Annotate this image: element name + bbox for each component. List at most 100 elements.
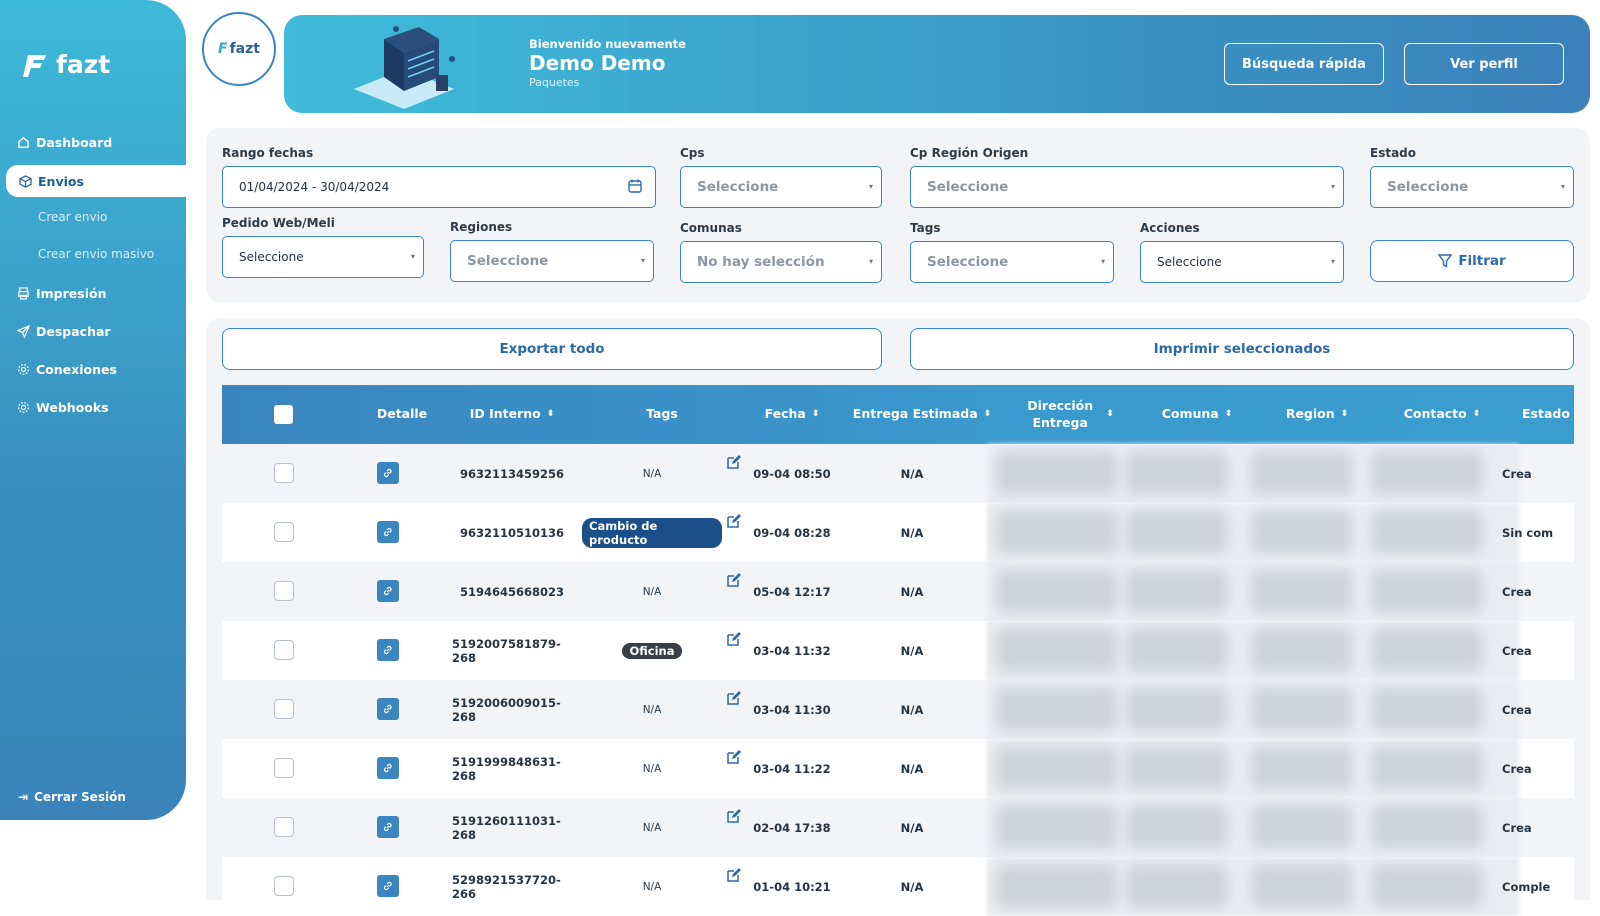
- row-tags: N/A: [582, 680, 722, 739]
- row-estado: Comple: [1502, 879, 1551, 894]
- row-estado: Crea: [1502, 643, 1532, 658]
- regiones-select[interactable]: Seleccione ▾: [450, 240, 654, 282]
- sidebar-item-envios[interactable]: Envios: [6, 165, 186, 197]
- redacted-direccion: [997, 806, 1117, 848]
- sidebar-item-label: Impresión: [36, 286, 107, 301]
- table-row: 5191260111031-268 N/A 02-04 17:38 N/A Cr…: [222, 798, 1574, 857]
- tag-empty: N/A: [642, 762, 662, 775]
- table-row: 5194645668023 N/A 05-04 12:17 N/A Crea: [222, 562, 1574, 621]
- redacted-region: [1252, 629, 1352, 671]
- row-checkbox[interactable]: [274, 876, 294, 896]
- column-header-contacto[interactable]: Contacto ⬍: [1382, 385, 1502, 444]
- redacted-direccion: [997, 452, 1117, 494]
- row-checkbox[interactable]: [274, 581, 294, 601]
- row-id: 5298921537720-266: [452, 872, 561, 901]
- detail-link-button[interactable]: [377, 757, 399, 779]
- redacted-region: [1252, 688, 1352, 730]
- comunas-select[interactable]: No hay selección ▾: [680, 241, 882, 283]
- row-tags: Oficina: [582, 621, 722, 680]
- link-icon: [383, 822, 392, 832]
- app-logo[interactable]: fazt: [22, 50, 110, 79]
- edit-icon[interactable]: [726, 749, 742, 765]
- sidebar-subitem-crear-envio[interactable]: Crear envio: [38, 210, 107, 224]
- sort-icon: ⬍: [811, 408, 820, 419]
- detail-link-button[interactable]: [377, 639, 399, 661]
- quick-search-button[interactable]: Búsqueda rápida: [1224, 43, 1384, 85]
- link-icon: [383, 881, 392, 891]
- column-header-estado[interactable]: Estado: [1522, 385, 1574, 444]
- row-tags: Cambio de producto: [582, 503, 722, 562]
- cps-select[interactable]: Seleccione ▾: [680, 166, 882, 208]
- sort-icon: ⬍: [983, 408, 992, 419]
- row-estado: Crea: [1502, 466, 1532, 481]
- pedido-select[interactable]: Seleccione ▾: [222, 236, 424, 278]
- link-icon: [383, 704, 392, 714]
- detail-link-button[interactable]: [377, 698, 399, 720]
- chevron-down-icon: ▾: [410, 252, 415, 261]
- row-checkbox[interactable]: [274, 699, 294, 719]
- regiones-label: Regiones: [450, 220, 513, 234]
- row-fecha: 02-04 17:38: [753, 820, 831, 835]
- edit-icon[interactable]: [726, 572, 742, 588]
- edit-icon[interactable]: [726, 690, 742, 706]
- view-profile-button[interactable]: Ver perfil: [1404, 43, 1564, 85]
- edit-icon[interactable]: [726, 454, 742, 470]
- redacted-direccion: [997, 747, 1117, 789]
- sidebar-item-label: Envios: [38, 173, 84, 189]
- brand-text: fazt: [229, 41, 260, 57]
- row-fecha: 05-04 12:17: [753, 584, 831, 599]
- table-row: 9632113459256 N/A 09-04 08:50 N/A Crea: [222, 444, 1574, 503]
- sidebar-item-despachar[interactable]: Despachar: [16, 324, 111, 339]
- row-checkbox[interactable]: [274, 640, 294, 660]
- tags-select[interactable]: Seleccione ▾: [910, 241, 1114, 283]
- sidebar-item-dashboard[interactable]: Dashboard: [16, 135, 112, 150]
- cp-region-select[interactable]: Seleccione ▾: [910, 166, 1344, 208]
- row-checkbox[interactable]: [274, 463, 294, 483]
- sort-icon: ⬍: [1224, 408, 1233, 419]
- logout-button[interactable]: ⇥ Cerrar Sesión: [18, 790, 126, 804]
- row-entrega: N/A: [900, 702, 924, 717]
- row-tags: N/A: [582, 739, 722, 798]
- detail-link-button[interactable]: [377, 875, 399, 897]
- print-selected-button[interactable]: Imprimir seleccionados: [910, 328, 1574, 370]
- sidebar-item-webhooks[interactable]: Webhooks: [16, 400, 109, 415]
- column-header-region[interactable]: Region ⬍: [1267, 385, 1367, 444]
- column-header-entrega[interactable]: Entrega Estimada ⬍: [852, 385, 992, 444]
- chevron-down-icon: ▾: [868, 182, 873, 191]
- sidebar-subitem-crear-envio-masivo[interactable]: Crear envio masivo: [38, 247, 154, 261]
- table-row: 5192006009015-268 N/A 03-04 11:30 N/A Cr…: [222, 680, 1574, 739]
- column-header-tags: Tags: [646, 406, 678, 422]
- filter-button[interactable]: Filtrar: [1370, 240, 1574, 282]
- row-entrega: N/A: [900, 466, 924, 481]
- detail-link-button[interactable]: [377, 462, 399, 484]
- column-header-direccion[interactable]: Dirección Entrega ⬍: [997, 385, 1137, 444]
- detail-link-button[interactable]: [377, 521, 399, 543]
- estado-select[interactable]: Seleccione ▾: [1370, 166, 1574, 208]
- table-row: 5191999848631-268 N/A 03-04 11:22 N/A Cr…: [222, 739, 1574, 798]
- column-header-id[interactable]: ID Interno ⬍: [452, 385, 572, 444]
- detail-link-button[interactable]: [377, 580, 399, 602]
- tag-empty: N/A: [642, 585, 662, 598]
- select-all-checkbox[interactable]: [274, 405, 293, 424]
- row-tags: N/A: [582, 798, 722, 857]
- edit-icon[interactable]: [726, 808, 742, 824]
- row-checkbox[interactable]: [274, 758, 294, 778]
- chevron-down-icon: ▾: [868, 257, 873, 266]
- row-checkbox[interactable]: [274, 522, 294, 542]
- filter-icon: [1438, 254, 1453, 268]
- detail-link-button[interactable]: [377, 816, 399, 838]
- column-header-fecha[interactable]: Fecha ⬍: [742, 385, 842, 444]
- column-header-comuna[interactable]: Comuna ⬍: [1147, 385, 1247, 444]
- row-checkbox[interactable]: [274, 817, 294, 837]
- edit-icon[interactable]: [726, 513, 742, 529]
- date-range-input[interactable]: 01/04/2024 - 30/04/2024: [222, 166, 656, 208]
- column-header-detalle: Detalle: [376, 406, 428, 422]
- sidebar-item-impresion[interactable]: Impresión: [16, 286, 106, 301]
- sidebar-item-conexiones[interactable]: Conexiones: [16, 362, 117, 377]
- edit-icon[interactable]: [726, 631, 742, 647]
- export-all-button[interactable]: Exportar todo: [222, 328, 882, 370]
- acciones-select[interactable]: Seleccione ▾: [1140, 241, 1344, 283]
- edit-icon[interactable]: [726, 867, 742, 883]
- row-estado: Crea: [1502, 584, 1532, 599]
- tags-label: Tags: [910, 221, 941, 235]
